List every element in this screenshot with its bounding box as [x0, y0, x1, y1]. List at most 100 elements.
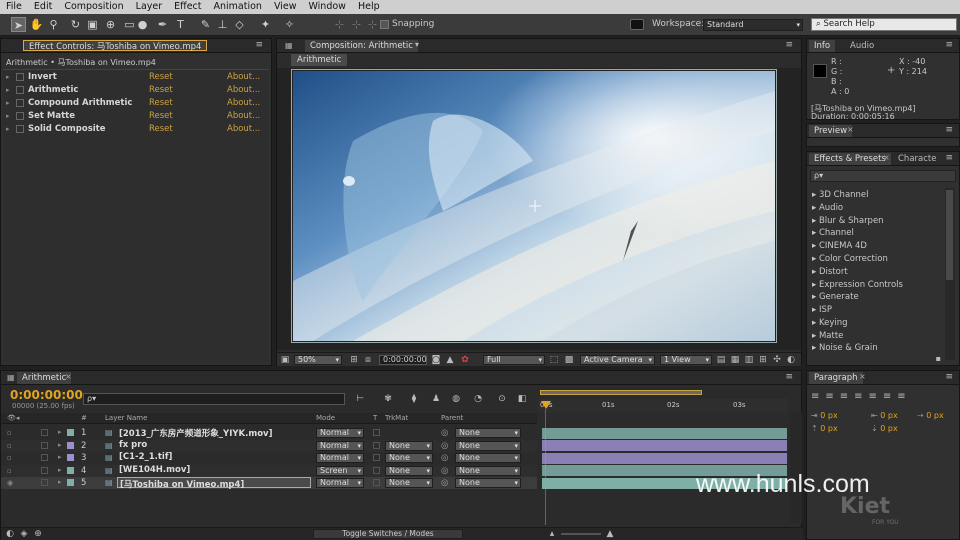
- close-icon[interactable]: ×: [65, 372, 72, 381]
- parent-select[interactable]: None: [455, 453, 521, 464]
- pickwhip-icon[interactable]: ◎: [441, 428, 448, 438]
- category-distort[interactable]: ▸ Distort: [812, 267, 848, 277]
- lock-icon[interactable]: ▦: [285, 41, 293, 50]
- space-after-value[interactable]: 0 px: [880, 424, 897, 433]
- panel-menu-icon[interactable]: ≡: [945, 153, 953, 163]
- space-before-field[interactable]: ⇡ 0 px: [811, 424, 838, 433]
- category-expression-controls[interactable]: ▸ Expression Controls: [812, 280, 903, 290]
- indent-right-field[interactable]: ⇤ 0 px: [871, 411, 898, 420]
- roto-brush-tool-icon[interactable]: ✦: [258, 17, 273, 32]
- fx-toggle[interactable]: [16, 125, 24, 133]
- tab-effect-controls[interactable]: Effect Controls: 马Toshiba on Vimeo.mp4: [23, 40, 208, 52]
- about-link[interactable]: About...: [227, 85, 260, 97]
- preserve-transparency-checkbox[interactable]: [373, 441, 380, 449]
- expand-triangle-icon[interactable]: ▸: [6, 86, 10, 94]
- mode-select[interactable]: Screen: [316, 465, 364, 476]
- table-row[interactable]: ▫ ▸ 2 ▤ fx pro Normal None ◎ None: [1, 439, 537, 452]
- flowchart-icon[interactable]: ⊞: [758, 354, 768, 366]
- label-color-swatch[interactable]: [67, 479, 74, 487]
- preserve-transparency-checkbox[interactable]: [373, 479, 380, 487]
- trkmat-select[interactable]: None: [385, 440, 433, 451]
- label-color-swatch[interactable]: [67, 441, 74, 449]
- visibility-icon[interactable]: ▫: [7, 467, 12, 475]
- zoom-out-icon[interactable]: ▴: [547, 528, 557, 540]
- expand-triangle-icon[interactable]: ▸: [6, 99, 10, 107]
- panel-menu-icon[interactable]: ≡: [945, 372, 953, 382]
- fast-preview-icon[interactable]: ▦: [730, 354, 740, 366]
- effect-set-matte[interactable]: Set Matte: [28, 111, 75, 123]
- camera-tool-icon[interactable]: ▣: [85, 17, 100, 32]
- alignment-buttons[interactable]: ≡≡≡≡≡≡≡: [811, 391, 912, 402]
- hand-tool-icon[interactable]: ✋: [29, 17, 44, 32]
- effects-search-input[interactable]: ρ▾: [810, 170, 956, 182]
- panel-menu-icon[interactable]: ≡: [785, 40, 793, 50]
- frame-blend-icon[interactable]: ◍: [449, 393, 463, 405]
- scrollbar[interactable]: [945, 188, 955, 360]
- visibility-icon[interactable]: ▫: [7, 429, 12, 437]
- preserve-transparency-checkbox[interactable]: [373, 466, 380, 474]
- reset-link[interactable]: Reset: [149, 72, 173, 84]
- channel-icon[interactable]: ✿: [460, 354, 470, 366]
- expand-triangle-icon[interactable]: ▸: [58, 441, 62, 449]
- mode-select[interactable]: Normal: [316, 428, 364, 438]
- region-icon[interactable]: ⧈: [363, 354, 373, 366]
- tab-composition[interactable]: Composition: Arithmetic: [305, 40, 418, 52]
- space-before-value[interactable]: 0 px: [820, 424, 837, 433]
- close-icon[interactable]: ×: [883, 153, 890, 162]
- current-time-indicator[interactable]: [541, 401, 551, 409]
- parent-select[interactable]: None: [455, 478, 521, 489]
- menu-file[interactable]: File: [0, 0, 28, 14]
- menu-view[interactable]: View: [268, 0, 303, 14]
- category-noise-grain[interactable]: ▸ Noise & Grain: [812, 343, 878, 353]
- exposure-icon[interactable]: ✣: [772, 354, 782, 366]
- first-line-value[interactable]: 0 px: [926, 411, 943, 420]
- table-row[interactable]: ▫ ▸ 1 ▤ [2013_广东房产频道形象_YIYK.mov] Normal ◎ None: [1, 427, 537, 439]
- menu-animation[interactable]: Animation: [208, 0, 268, 14]
- tab-effects-presets[interactable]: Effects & Presets: [809, 153, 891, 165]
- reset-link[interactable]: Reset: [149, 124, 173, 136]
- trkmat-select[interactable]: None: [385, 453, 433, 464]
- lock-icon[interactable]: ▦: [7, 373, 15, 382]
- pickwhip-icon[interactable]: ◎: [441, 478, 448, 488]
- camera-select[interactable]: Active Camera: [580, 355, 655, 365]
- fx-toggle[interactable]: [16, 73, 24, 81]
- about-link[interactable]: About...: [227, 98, 260, 110]
- axis-view-icon[interactable]: ⊹: [365, 17, 380, 32]
- label-color-swatch[interactable]: [67, 466, 74, 474]
- timeline-search-input[interactable]: ρ▾: [83, 393, 345, 405]
- fx-toggle[interactable]: [16, 112, 24, 120]
- table-row[interactable]: ▫ ▸ 4 ▤ [WE104H.mov] Screen None ◎ None: [1, 464, 537, 477]
- trkmat-select[interactable]: None: [385, 478, 433, 489]
- show-snapshot-icon[interactable]: ▲: [445, 354, 455, 366]
- tab-timeline-arithmetic[interactable]: Arithmetic: [17, 372, 72, 384]
- mode-select[interactable]: Normal: [316, 440, 364, 451]
- panel-menu-icon[interactable]: ≡: [945, 40, 953, 50]
- expand-triangle-icon[interactable]: ▸: [6, 125, 10, 133]
- timeline-scrollbar[interactable]: [790, 413, 802, 523]
- trkmat-select[interactable]: None: [385, 465, 433, 476]
- pickwhip-icon[interactable]: ◎: [441, 441, 448, 451]
- close-icon[interactable]: ×: [847, 125, 854, 134]
- reset-link[interactable]: Reset: [149, 85, 173, 97]
- first-line-field[interactable]: ⇢ 0 px: [917, 411, 944, 420]
- camera-snapshot-icon[interactable]: ◙: [431, 354, 441, 366]
- selection-tool-icon[interactable]: ➤: [11, 17, 26, 32]
- fx-toggle[interactable]: [16, 86, 24, 94]
- comp-sub-tab[interactable]: Arithmetic: [291, 54, 348, 66]
- layer-duration-bar[interactable]: [542, 427, 787, 439]
- pickwhip-icon[interactable]: ◎: [441, 453, 448, 463]
- effect-compound-arithmetic[interactable]: Compound Arithmetic: [28, 98, 132, 110]
- lock-checkbox[interactable]: [41, 466, 48, 474]
- mode-select[interactable]: Normal: [316, 453, 364, 464]
- col-layer-name[interactable]: Layer Name: [105, 414, 147, 422]
- about-link[interactable]: About...: [227, 111, 260, 123]
- panel-menu-icon[interactable]: ≡: [255, 40, 263, 50]
- panel-menu-icon[interactable]: ≡: [785, 372, 793, 382]
- toggle-switches-modes-button[interactable]: Toggle Switches / Modes: [313, 529, 463, 539]
- menu-window[interactable]: Window: [302, 0, 351, 14]
- snapping-checkbox[interactable]: [380, 20, 389, 29]
- expand-switches-icon[interactable]: ◐: [5, 528, 15, 540]
- menu-edit[interactable]: Edit: [28, 0, 58, 14]
- panel-menu-icon[interactable]: ≡: [945, 125, 953, 135]
- effect-arithmetic[interactable]: Arithmetic: [28, 85, 78, 97]
